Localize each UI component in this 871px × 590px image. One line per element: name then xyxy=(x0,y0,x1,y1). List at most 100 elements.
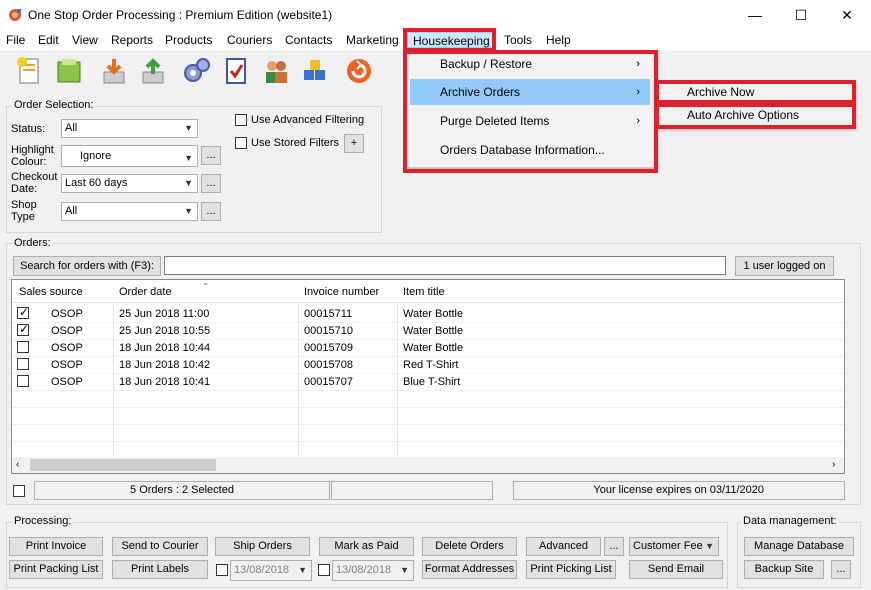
mark-as-paid-button[interactable]: Mark as Paid xyxy=(319,537,414,556)
orders-grid[interactable]: Sales source Order date ⌄ Invoice number… xyxy=(11,277,845,474)
scroll-right-icon[interactable]: › xyxy=(832,459,835,470)
row-divider xyxy=(12,424,844,425)
backup-site-button[interactable]: Backup Site xyxy=(744,560,824,579)
print-packing-list-button[interactable]: Print Packing List xyxy=(9,560,103,579)
row-checkbox[interactable] xyxy=(17,358,29,370)
highlight-more-button[interactable]: ... xyxy=(201,146,221,165)
checkout-date-value: Last 60 days xyxy=(65,177,128,189)
cell-invoice-number: 00015707 xyxy=(304,376,353,388)
cell-order-date: 25 Jun 2018 10:55 xyxy=(119,325,211,337)
scroll-thumb[interactable] xyxy=(30,459,216,471)
status-label: Status: xyxy=(11,123,46,135)
app-icon xyxy=(8,8,22,22)
select-all-checkbox[interactable] xyxy=(13,485,25,497)
menu-tools[interactable]: Tools xyxy=(503,32,533,48)
menu-marketing[interactable]: Marketing xyxy=(345,32,400,48)
contacts-icon[interactable] xyxy=(259,54,293,88)
data-management-title: Data management: xyxy=(741,515,839,527)
checklist-icon[interactable] xyxy=(219,54,253,88)
shop-type-value: All xyxy=(65,205,78,217)
table-row[interactable]: OSOP 25 Jun 2018 11:00 00015711 Water Bottl… xyxy=(12,305,844,323)
cell-item-title: Water Bottle xyxy=(403,308,464,320)
send-to-courier-button[interactable]: Send to Courier xyxy=(112,537,208,556)
cell-order-date: 25 Jun 2018 11:00 xyxy=(119,308,210,320)
header-divider xyxy=(12,302,844,303)
menu-edit[interactable]: Edit xyxy=(37,32,60,48)
column-header-order-date[interactable]: Order date xyxy=(119,286,172,298)
chevron-down-icon: ▼ xyxy=(298,565,307,575)
checkout-date-label: Checkout Date: xyxy=(11,171,58,195)
horizontal-scrollbar[interactable]: ‹ › xyxy=(12,457,844,473)
shop-type-select[interactable]: All ▼ xyxy=(61,202,198,221)
highlight-select[interactable]: Ignore ▼ xyxy=(61,145,198,167)
checkout-date-select[interactable]: Last 60 days ▼ xyxy=(61,174,198,193)
customer-feedback-select[interactable]: Customer Fee ▼ xyxy=(629,537,719,556)
cell-sales-source: OSOP xyxy=(51,308,83,320)
table-row[interactable]: OSOP 18 Jun 2018 10:41 00015707 Blue T-Shir… xyxy=(12,374,844,391)
column-header-invoice-number[interactable]: Invoice number xyxy=(304,286,379,298)
status-blank xyxy=(331,481,493,500)
ship-date-picker[interactable]: 13/08/2018 ▼ xyxy=(230,560,312,581)
column-header-item-title[interactable]: Item title xyxy=(403,286,445,298)
open-folder-icon[interactable] xyxy=(52,54,86,88)
minimize-button[interactable]: — xyxy=(732,0,778,30)
table-row[interactable]: OSOP 18 Jun 2018 10:42 00015708 Red T-Shirt xyxy=(12,357,844,374)
print-invoice-button[interactable]: Print Invoice xyxy=(9,537,103,556)
checkout-more-button[interactable]: ... xyxy=(201,174,221,193)
gears-icon[interactable] xyxy=(180,54,214,88)
menu-reports[interactable]: Reports xyxy=(110,32,154,48)
add-filter-button[interactable]: + xyxy=(344,134,364,153)
shop-type-more-button[interactable]: ... xyxy=(201,202,221,221)
send-email-button[interactable]: Send Email xyxy=(629,560,723,579)
paid-date-checkbox[interactable] xyxy=(318,564,330,576)
window-title: One Stop Order Processing : Premium Edit… xyxy=(28,8,333,22)
menu-couriers[interactable]: Couriers xyxy=(226,32,273,48)
search-input[interactable] xyxy=(164,256,726,275)
download-icon[interactable] xyxy=(97,54,131,88)
paid-date-value: 13/08/2018 xyxy=(336,564,392,576)
column-header-sales-source[interactable]: Sales source xyxy=(19,286,83,298)
status-select[interactable]: All ▼ xyxy=(61,119,198,138)
paid-date-picker[interactable]: 13/08/2018 ▼ xyxy=(332,560,414,581)
housekeeping-menu-highlight-box xyxy=(403,50,658,173)
menu-products[interactable]: Products xyxy=(164,32,213,48)
ship-date-checkbox[interactable] xyxy=(216,564,228,576)
row-checkbox[interactable] xyxy=(17,375,29,387)
new-order-icon[interactable] xyxy=(12,54,46,88)
manage-database-button[interactable]: Manage Database xyxy=(744,537,854,556)
cell-sales-source: OSOP xyxy=(51,342,83,354)
cell-order-date: 18 Jun 2018 10:42 xyxy=(119,359,211,371)
search-orders-button[interactable]: Search for orders with (F3): xyxy=(13,256,161,276)
menu-help[interactable]: Help xyxy=(545,32,572,48)
delete-orders-button[interactable]: Delete Orders xyxy=(422,537,517,556)
backup-more-button[interactable]: ... xyxy=(831,560,851,579)
advanced-more-button[interactable]: ... xyxy=(604,537,624,556)
maximize-button[interactable]: ☐ xyxy=(778,0,824,30)
refresh-icon[interactable] xyxy=(342,54,376,88)
chevron-down-icon: ▼ xyxy=(184,123,193,133)
cell-item-title: Water Bottle xyxy=(403,342,464,354)
cell-sales-source: OSOP xyxy=(51,359,83,371)
advanced-filter-checkbox[interactable] xyxy=(235,114,247,126)
row-checkbox[interactable] xyxy=(17,322,29,336)
menu-file[interactable]: File xyxy=(5,32,26,48)
stored-filters-label: Use Stored Filters xyxy=(251,137,340,149)
row-checkbox[interactable] xyxy=(17,341,29,353)
print-picking-list-button[interactable]: Print Picking List xyxy=(526,560,616,579)
chevron-down-icon: ▼ xyxy=(400,565,409,575)
table-row[interactable]: OSOP 25 Jun 2018 10:55 00015710 Water Bottl… xyxy=(12,322,844,340)
stored-filters-checkbox[interactable] xyxy=(235,137,247,149)
products-icon[interactable] xyxy=(298,54,332,88)
close-button[interactable]: ✕ xyxy=(824,0,870,30)
menu-contacts[interactable]: Contacts xyxy=(284,32,333,48)
scroll-left-icon[interactable]: ‹ xyxy=(16,459,19,470)
advanced-button[interactable]: Advanced xyxy=(526,537,601,556)
format-addresses-button[interactable]: Format Addresses xyxy=(422,560,517,579)
ship-orders-button[interactable]: Ship Orders xyxy=(215,537,310,556)
users-logged-on-button[interactable]: 1 user logged on xyxy=(735,256,834,276)
table-row[interactable]: OSOP 18 Jun 2018 10:44 00015709 Water Bottl… xyxy=(12,340,844,357)
print-labels-button[interactable]: Print Labels xyxy=(112,560,208,579)
row-checkbox[interactable] xyxy=(17,305,29,319)
menu-view[interactable]: View xyxy=(71,32,99,48)
upload-icon[interactable] xyxy=(136,54,170,88)
